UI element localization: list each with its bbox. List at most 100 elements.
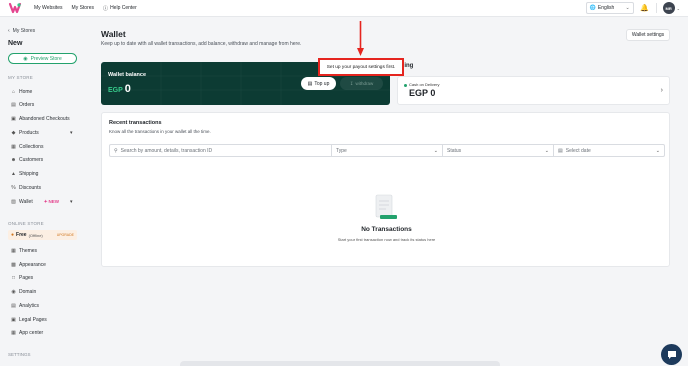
chat-button[interactable] [661, 344, 682, 365]
sidebar-item-label: Pages [19, 274, 34, 281]
bottom-bar [180, 361, 500, 366]
receipt-icon: ▤ [11, 101, 16, 108]
sidebar-item-home[interactable]: ⌂ Home [11, 87, 32, 96]
type-select[interactable]: Type ⌄ [332, 145, 443, 156]
wallet-balance-label: Wallet balance [108, 72, 147, 78]
empty-state-subtitle: Start your first transaction now and tra… [337, 237, 436, 242]
sidebar-item-products[interactable]: ◆ Products ▾ [11, 128, 77, 137]
sidebar-item-legal-pages[interactable]: ▣ Legal Pages [11, 315, 47, 324]
back-label: My Stores [12, 28, 36, 34]
new-badge-label: NEW [48, 199, 60, 204]
sidebar-item-customers[interactable]: ☻ Customers [11, 155, 43, 164]
balance-currency: EGP [108, 87, 123, 94]
truck-icon: ▲ [11, 170, 16, 177]
sparkle-icon: ✦ [43, 198, 48, 204]
chevron-down-icon: ⌄ [655, 147, 660, 154]
free-label: Free [16, 232, 27, 238]
search-placeholder: Search by amount, details, transaction I… [120, 147, 213, 154]
top-up-label: Top up [314, 80, 330, 87]
transactions-title: Recent transactions [109, 120, 162, 126]
tag-icon: ◆ [11, 129, 16, 136]
sidebar-item-pages[interactable]: □ Pages [11, 273, 33, 282]
sidebar-item-app-center[interactable]: ▦ App center [11, 328, 43, 337]
section-online-store: ONLINE STORE [8, 221, 44, 226]
section-my-store: MY STORE [8, 75, 33, 80]
balance-value: 0 [124, 83, 131, 95]
divider [655, 3, 657, 13]
chevron-left-icon: ‹ [8, 28, 10, 34]
card-icon: ▤ [307, 80, 313, 87]
offline-label: (Offline) [28, 232, 43, 238]
upgrade-link[interactable]: UPGRADE [57, 233, 74, 237]
free-plan-row[interactable]: ● Free (Offline) UPGRADE [8, 230, 77, 240]
top-up-button[interactable]: ▤ Top up [301, 77, 336, 90]
sidebar-item-label: Products [19, 129, 39, 136]
sidebar-item-label: Legal Pages [19, 316, 47, 323]
status-select[interactable]: Status ⌄ [443, 145, 554, 156]
language-select[interactable]: 🌐 English ⌄ [585, 2, 634, 14]
chat-icon [667, 350, 676, 359]
sidebar-item-label: Themes [19, 247, 38, 254]
nav-help-center[interactable]: ⓘ Help Center [103, 5, 137, 12]
sidebar-item-appearance[interactable]: ▩ Appearance [11, 260, 46, 269]
top-bar: My Websites My Stores ⓘ Help Center 🌐 En… [0, 0, 688, 17]
cart-icon: ▣ [11, 115, 16, 122]
globe-icon: 🌐 [589, 5, 596, 11]
cod-amount: EGP 0 [409, 88, 436, 98]
home-icon: ⌂ [11, 88, 16, 95]
calendar-icon: ▤ [558, 147, 563, 154]
eye-icon: ◉ [23, 55, 28, 62]
avatar[interactable]: MR [662, 2, 675, 14]
sidebar-item-label: Wallet [19, 198, 33, 205]
sidebar-item-shipping[interactable]: ▲ Shipping [11, 169, 38, 178]
status-dot [404, 84, 407, 87]
brand-logo[interactable] [8, 2, 22, 14]
sidebar-item-label: App center [19, 329, 44, 336]
empty-state-title: No Transactions [361, 226, 412, 233]
recent-transactions-card: Recent transactions Know all the transac… [101, 112, 670, 267]
sidebar-item-label: Orders [19, 101, 35, 108]
sidebar-item-abandoned-checkouts[interactable]: ▣ Abandoned Checkouts [11, 114, 70, 123]
chart-icon: ▤ [11, 302, 16, 309]
nav-my-websites[interactable]: My Websites [34, 5, 63, 11]
caret-down-icon: ▾ [70, 129, 73, 136]
preview-store-button[interactable]: ◉ Preview Store [8, 53, 77, 64]
download-icon: ↧ [349, 80, 354, 86]
sidebar-item-orders[interactable]: ▤ Orders [11, 100, 34, 109]
grid-icon: ▦ [11, 247, 16, 254]
help-icon: ⓘ [103, 5, 109, 12]
sidebar-item-discounts[interactable]: % Discounts [11, 183, 41, 192]
cash-on-delivery-card[interactable]: Cash on Delivery EGP 0 › [397, 76, 670, 105]
sidebar-item-label: Shipping [19, 170, 39, 177]
page-icon: □ [11, 274, 16, 281]
sidebar-item-wallet[interactable]: ▧ Wallet ✦ NEW ▾ [11, 197, 77, 206]
search-input[interactable]: ⚲ Search by amount, details, transaction… [110, 145, 332, 156]
withdraw-button[interactable]: ↧ withdraw [340, 77, 383, 90]
chevron-down-icon: ⌄ [433, 147, 438, 154]
sidebar-item-label: Collections [19, 143, 44, 150]
nav-my-stores[interactable]: My Stores [72, 5, 95, 11]
cod-label: Cash on Delivery [409, 82, 440, 87]
wallet-settings-button[interactable]: Wallet settings [626, 29, 670, 41]
sidebar-item-label: Appearance [19, 261, 46, 268]
date-picker[interactable]: ▤ Select date ⌄ [554, 145, 664, 156]
store-name: New [8, 40, 23, 47]
sidebar-item-analytics[interactable]: ▤ Analytics [11, 301, 39, 310]
sidebar-item-label: Home [19, 88, 33, 95]
nav-help-center-label: Help Center [110, 5, 137, 11]
sidebar-item-label: Customers [19, 156, 44, 163]
red-arrow-annotation [357, 21, 364, 56]
chevron-down-icon: ⌄ [625, 5, 630, 11]
plan-icon: ● [11, 232, 15, 238]
collection-icon: ▦ [11, 143, 16, 150]
sidebar-item-label: Abandoned Checkouts [19, 115, 70, 122]
transactions-subtitle: Know all the transactions in your wallet… [109, 129, 211, 134]
chevron-down-icon[interactable]: ⌄ [677, 6, 680, 11]
type-placeholder: Type [336, 147, 347, 154]
sidebar-item-collections[interactable]: ▦ Collections [11, 142, 43, 151]
sidebar-item-themes[interactable]: ▦ Themes [11, 246, 37, 255]
sidebar-item-domain[interactable]: ◉ Domain [11, 287, 36, 296]
back-to-my-stores[interactable]: ‹ My Stores [8, 28, 35, 34]
layout-icon: ▩ [11, 261, 16, 268]
bell-icon[interactable]: 🔔 [640, 3, 650, 13]
